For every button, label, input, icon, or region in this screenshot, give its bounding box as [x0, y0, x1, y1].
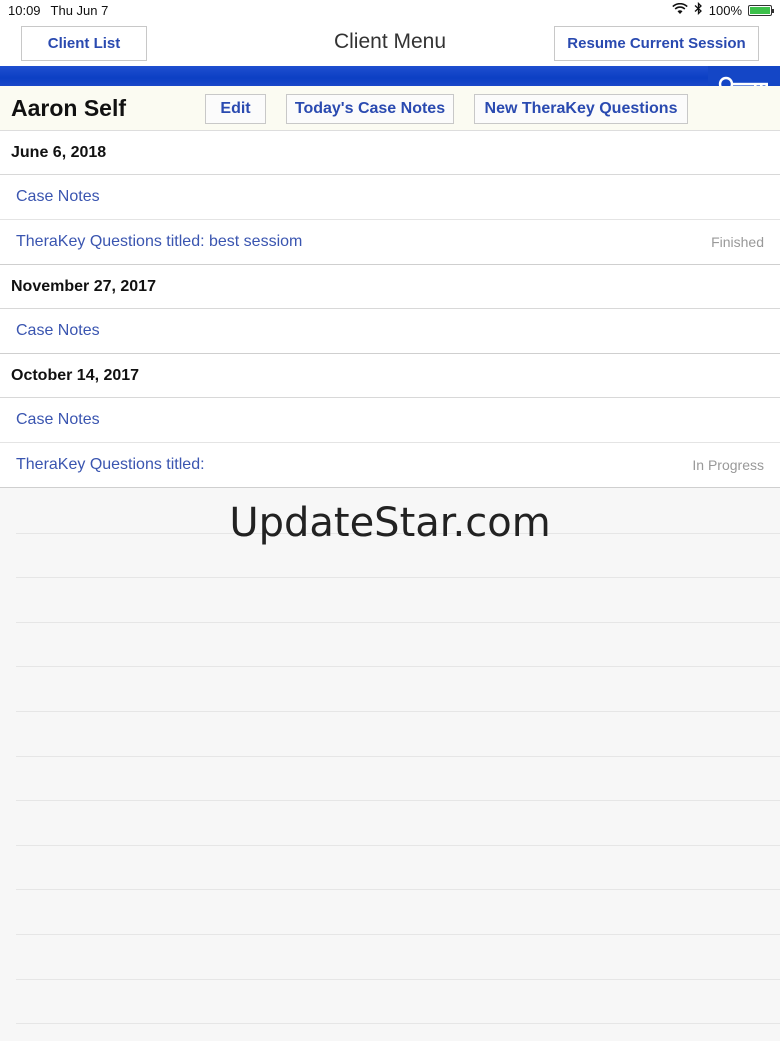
divider	[16, 1023, 780, 1024]
divider	[16, 711, 780, 712]
divider	[16, 800, 780, 801]
divider	[16, 845, 780, 846]
list-item-label: Case Notes	[16, 188, 100, 205]
new-therakey-questions-button[interactable]: New TheraKey Questions	[474, 94, 688, 124]
list-item[interactable]: TheraKey Questions titled: In Progress	[0, 443, 780, 488]
list-item[interactable]: Case Notes	[0, 309, 780, 354]
divider	[16, 666, 780, 667]
battery-percent: 100%	[708, 2, 742, 18]
session-date: October 14, 2017	[0, 354, 780, 398]
list-item-label: Case Notes	[16, 322, 100, 339]
client-name: Aaron Self	[11, 95, 127, 121]
list-item[interactable]: TheraKey Questions titled: best sessiom …	[0, 220, 780, 265]
status-bar: 10:09 Thu Jun 7 100%	[0, 0, 780, 20]
brand-band	[0, 66, 780, 86]
divider	[16, 979, 780, 980]
session-list: June 6, 2018 Case Notes TheraKey Questio…	[0, 131, 780, 488]
todays-case-notes-button[interactable]: Today's Case Notes	[286, 94, 454, 124]
list-item-label: TheraKey Questions titled:	[16, 456, 205, 473]
edit-button[interactable]: Edit	[205, 94, 266, 124]
status-badge: In Progress	[692, 457, 764, 473]
status-badge: Finished	[711, 234, 764, 250]
status-time: 10:09	[8, 2, 41, 18]
battery-icon	[748, 4, 774, 16]
divider	[16, 622, 780, 623]
divider	[16, 577, 780, 578]
session-date: November 27, 2017	[0, 265, 780, 309]
divider	[16, 756, 780, 757]
watermark: UpdateStar.com	[229, 500, 551, 546]
bluetooth-icon	[694, 1, 703, 18]
list-item[interactable]: Case Notes	[0, 398, 780, 443]
resume-session-button[interactable]: Resume Current Session	[554, 26, 759, 61]
nav-bar: Client List Client Menu Resume Current S…	[0, 20, 780, 66]
empty-list-area	[0, 488, 780, 1041]
list-item-label: Case Notes	[16, 411, 100, 428]
list-item-label: TheraKey Questions titled: best sessiom	[16, 233, 303, 250]
divider	[16, 934, 780, 935]
wifi-icon	[671, 2, 688, 18]
divider	[16, 889, 780, 890]
list-item[interactable]: Case Notes	[0, 175, 780, 220]
client-header: Aaron Self Edit Today's Case Notes New T…	[0, 86, 780, 131]
status-date: Thu Jun 7	[50, 2, 109, 18]
session-date: June 6, 2018	[0, 131, 780, 175]
